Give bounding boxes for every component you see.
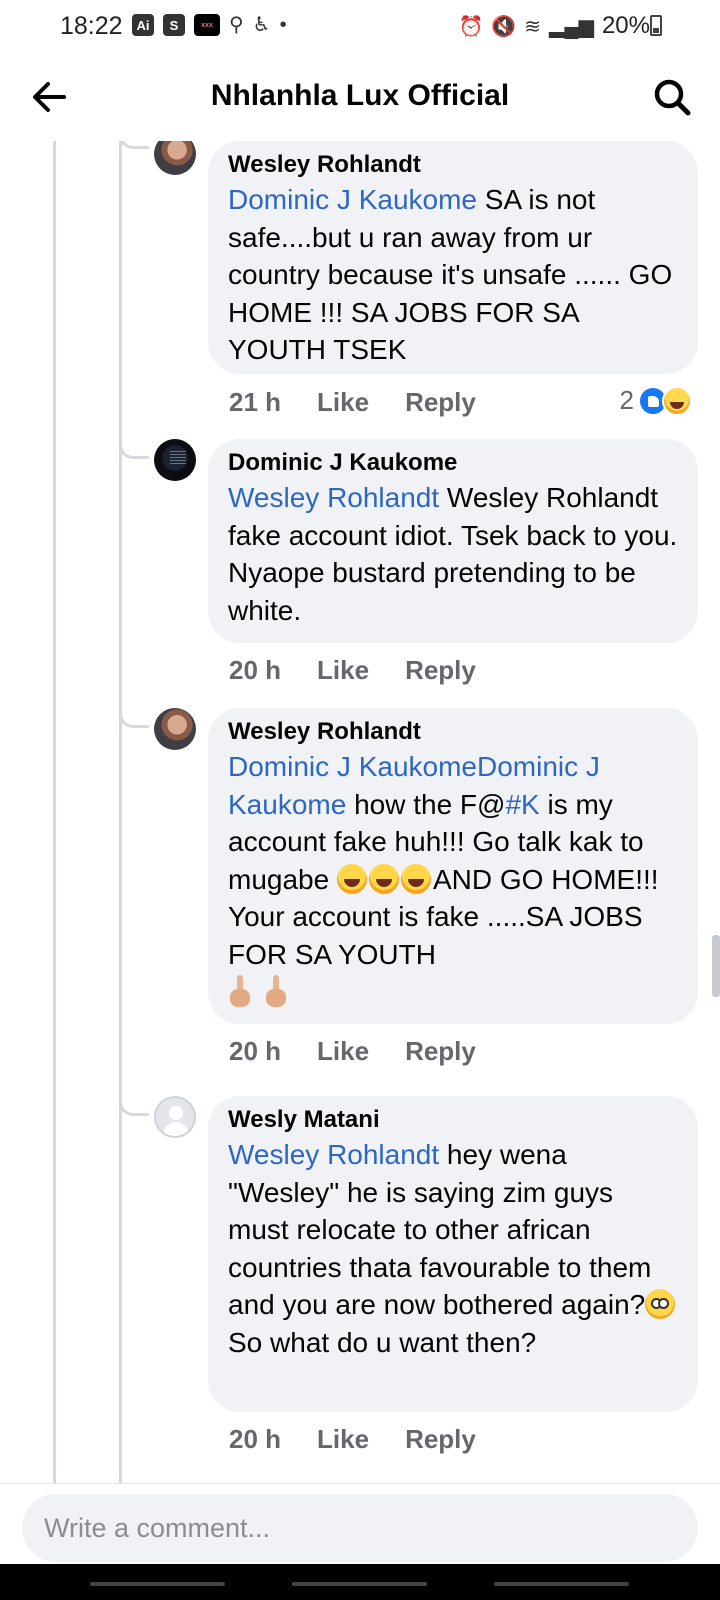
comment-author[interactable]: Wesley Rohlandt xyxy=(228,716,678,748)
like-button[interactable]: Like xyxy=(317,387,369,418)
comment-body: So what do u want then? xyxy=(228,1326,537,1358)
nav-back-handle[interactable] xyxy=(494,1582,629,1586)
alarm-icon: ⏰ xyxy=(458,15,484,38)
reply-button[interactable]: Reply xyxy=(405,1036,476,1067)
comment-bubble[interactable]: Wesley Rohlandt Dominic J Kaukome SA is … xyxy=(208,141,698,374)
flushed-emoji-icon xyxy=(645,1289,676,1319)
s-app-icon: S xyxy=(163,14,185,36)
laughing-emoji-icon xyxy=(336,863,367,894)
comment-body: how the F@ xyxy=(346,788,506,820)
like-button[interactable]: Like xyxy=(317,655,369,686)
comment-text: Dominic J Kaukome SA is not safe....but … xyxy=(228,181,678,369)
nav-recents-handle[interactable] xyxy=(90,1582,225,1586)
comment-bubble[interactable]: Dominic J Kaukome Wesley Rohlandt Wesley… xyxy=(208,439,698,643)
status-bar: 18:22 Ai S xxx ⚲ ♿ • ⏰ 🔇 ≋ ▂▄▆ 20% xyxy=(0,0,720,55)
mention-link[interactable]: Dominic J Kaukome xyxy=(228,184,477,215)
reply-connector xyxy=(119,708,149,728)
comment-thread[interactable]: Wesley Rohlandt Dominic J Kaukome SA is … xyxy=(0,141,720,1483)
status-time: 18:22 xyxy=(60,12,123,40)
thread-line-inner xyxy=(119,141,122,1483)
hashtag-link[interactable]: #K xyxy=(505,789,539,820)
reply-button[interactable]: Reply xyxy=(405,387,476,418)
comment-text: Dominic J KaukomeDominic J Kaukome how t… xyxy=(228,748,678,1011)
comment-text: Wesley Rohlandt Wesley Rohlandt fake acc… xyxy=(228,479,678,629)
avatar-head xyxy=(169,1106,183,1120)
battery-icon xyxy=(650,15,662,36)
like-button[interactable]: Like xyxy=(317,1036,369,1067)
mention-link[interactable]: Wesley Rohlandt xyxy=(228,482,439,513)
comment-time[interactable]: 20 h xyxy=(229,1036,281,1067)
reply-connector xyxy=(119,141,149,149)
scrollbar-thumb[interactable] xyxy=(712,935,720,997)
more-dot-icon: • xyxy=(279,14,287,36)
wifi-icon: ≋ xyxy=(524,15,542,38)
nav-home-handle[interactable] xyxy=(292,1582,427,1586)
system-nav-bar xyxy=(0,1564,720,1600)
reply-button[interactable]: Reply xyxy=(405,1424,476,1455)
mute-icon: 🔇 xyxy=(491,15,517,38)
comment-time[interactable]: 21 h xyxy=(229,387,281,418)
dark-app-icon: xxx xyxy=(194,14,220,36)
comment-author[interactable]: Dominic J Kaukome xyxy=(228,447,678,479)
laughing-emoji-icon xyxy=(368,863,399,894)
like-button[interactable]: Like xyxy=(317,1424,369,1455)
comment-bubble[interactable]: Wesly Matani Wesley Rohlandt hey wena "W… xyxy=(208,1096,698,1412)
notification-icons: Ai S xxx ⚲ ♿ • xyxy=(132,14,287,36)
haha-reaction-icon xyxy=(662,385,692,416)
avatar[interactable] xyxy=(154,439,196,481)
comment-text: Wesley Rohlandt hey wena "Wesley" he is … xyxy=(228,1136,678,1361)
comment-input[interactable] xyxy=(22,1494,698,1562)
search-button[interactable] xyxy=(650,75,694,119)
middle-finger-emoji-icon xyxy=(228,975,252,1009)
system-icons: ⏰ 🔇 ≋ ▂▄▆ 20% xyxy=(458,12,650,40)
signal-icon: ▂▄▆ xyxy=(549,15,594,38)
battery-percent: 20% xyxy=(601,12,650,39)
page-title: Nhlanhla Lux Official xyxy=(210,79,510,112)
thread-line-outer xyxy=(53,141,56,1483)
laughing-emoji-icon xyxy=(400,863,431,894)
avatar[interactable] xyxy=(154,708,196,750)
comment-actions: 20 h Like Reply xyxy=(229,1424,476,1455)
location-icon: ⚲ xyxy=(229,14,244,36)
comment-time[interactable]: 20 h xyxy=(229,1424,281,1455)
avatar-body xyxy=(163,1122,189,1136)
comment-composer xyxy=(0,1483,720,1564)
comment-actions: 21 h Like Reply xyxy=(229,387,476,418)
default-avatar-icon[interactable] xyxy=(154,1096,196,1138)
reaction-summary[interactable]: 2 xyxy=(620,385,692,416)
avatar[interactable] xyxy=(154,141,196,175)
comment-time[interactable]: 20 h xyxy=(229,655,281,686)
reply-connector xyxy=(119,439,149,459)
comment-actions: 20 h Like Reply xyxy=(229,655,476,686)
accessibility-icon: ♿ xyxy=(252,14,271,36)
reply-button[interactable]: Reply xyxy=(405,655,476,686)
mention-link[interactable]: Wesley Rohlandt xyxy=(228,1139,439,1170)
comment-bubble[interactable]: Wesley Rohlandt Dominic J KaukomeDominic… xyxy=(208,708,698,1024)
ai-app-icon: Ai xyxy=(132,14,154,36)
reply-connector xyxy=(119,1096,149,1116)
comment-author[interactable]: Wesly Matani xyxy=(228,1104,678,1136)
middle-finger-emoji-icon xyxy=(264,975,288,1009)
comment-author[interactable]: Wesley Rohlandt xyxy=(228,149,678,181)
reaction-count: 2 xyxy=(619,385,634,415)
app-header: Nhlanhla Lux Official xyxy=(0,55,720,141)
search-icon xyxy=(654,79,691,116)
comment-actions: 20 h Like Reply xyxy=(229,1036,476,1067)
